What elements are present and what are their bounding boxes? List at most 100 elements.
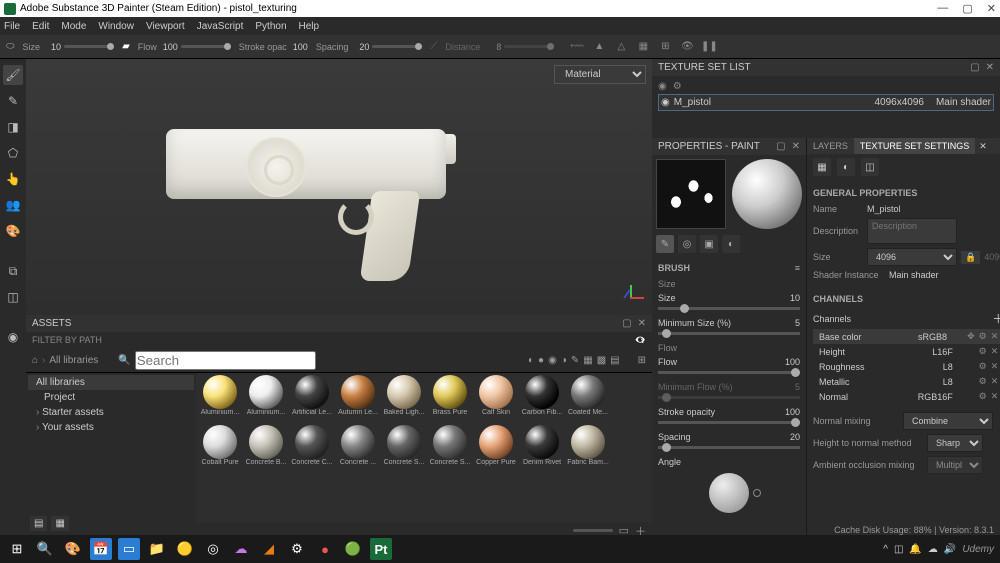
tab-close-icon[interactable]: ✕ — [975, 141, 991, 152]
brush-mode-1-icon[interactable]: ✎ — [656, 235, 674, 253]
menu-python[interactable]: Python — [255, 21, 286, 32]
nmix-select[interactable]: Combine — [903, 412, 993, 430]
viewport-tool-icon[interactable]: ⬳ — [570, 40, 584, 54]
channel-remove-icon[interactable]: ✕ — [991, 361, 999, 372]
material-item[interactable]: Cobalt Pure — [198, 425, 242, 473]
ao-select[interactable]: Multiply — [927, 456, 983, 474]
assets-mini-2-icon[interactable]: ▦ — [51, 516, 68, 531]
mesh-tool[interactable]: ◫ — [3, 287, 23, 307]
material-item[interactable]: Copper Pure — [474, 425, 518, 473]
material-item[interactable]: Fabric Bam... — [566, 425, 610, 473]
texset-undock-icon[interactable]: ▢ — [970, 62, 979, 73]
brush-mode-4-icon[interactable]: ◐ — [722, 235, 740, 253]
brush-spacing-slider[interactable] — [658, 446, 800, 449]
search-taskbar-icon[interactable]: 🔍 — [34, 538, 56, 560]
material-item[interactable]: Autumn Le... — [336, 375, 380, 423]
brush-flow-slider[interactable] — [658, 371, 800, 374]
tray-chevron-icon[interactable]: ^ — [883, 544, 888, 555]
close-button[interactable]: ✕ — [987, 2, 996, 15]
asset-filter-material-icon[interactable]: ● — [538, 355, 544, 366]
distance-slider[interactable] — [504, 45, 554, 48]
channel-row[interactable]: Roughness L8 ⚙ ✕ — [813, 359, 1000, 374]
brush-angle-wheel[interactable] — [709, 473, 749, 513]
filter-clear-icon[interactable]: 👁‍🗨 — [635, 335, 646, 346]
clone-tool[interactable]: 👥 — [3, 195, 23, 215]
brush-menu-icon[interactable]: ≡ — [795, 263, 800, 273]
texset-settings-icon[interactable]: ⚙ — [673, 81, 682, 92]
brush-size-slider[interactable] — [658, 307, 800, 310]
assets-search-input[interactable] — [135, 351, 316, 370]
material-item[interactable]: Denim Rivet — [520, 425, 564, 473]
lock-icon[interactable]: 🔒 — [961, 251, 980, 264]
add-channel-icon[interactable]: ＋ — [992, 310, 1000, 327]
material-item[interactable]: Concrete ... — [336, 425, 380, 473]
h2n-select[interactable]: Sharp — [927, 434, 983, 452]
layers-tab[interactable]: LAYERS — [807, 138, 854, 154]
maximize-button[interactable]: ▢ — [962, 2, 972, 15]
material-item[interactable]: Concrete S... — [428, 425, 472, 473]
viewport-wire-icon[interactable]: ▦ — [636, 40, 650, 54]
menu-viewport[interactable]: Viewport — [146, 21, 185, 32]
material-item[interactable]: Concrete C... — [290, 425, 334, 473]
menu-edit[interactable]: Edit — [32, 21, 49, 32]
bake-icon[interactable]: ▦ — [813, 158, 831, 176]
taskbar-app-10[interactable]: ● — [314, 538, 336, 560]
texset-item[interactable]: ◉ M_pistol 4096x4096 Main shader — [658, 94, 994, 111]
lazy-mouse-icon[interactable]: ⟋ — [430, 41, 437, 52]
asset-filter-smart-icon[interactable]: ◉ — [548, 355, 557, 366]
taskbar-steam[interactable]: ⚙ — [286, 538, 308, 560]
material-item[interactable]: Artificial Le... — [290, 375, 334, 423]
smudge-tool[interactable]: 👆 — [3, 169, 23, 189]
start-button[interactable]: ⊞ — [6, 538, 28, 560]
thumbnail-size-slider[interactable] — [573, 529, 613, 532]
tray-icon-1[interactable]: ◫ — [894, 544, 903, 555]
channel-remove-icon[interactable]: ✕ — [991, 376, 999, 387]
props-close-icon[interactable]: ✕ — [792, 141, 800, 152]
size-select[interactable]: 4096 — [867, 248, 957, 266]
minimize-button[interactable]: — — [937, 2, 948, 15]
mesh-settings-icon[interactable]: ◫ — [861, 158, 879, 176]
taskbar-app-7[interactable]: ☁ — [230, 538, 252, 560]
channel-settings-icon[interactable]: ⚙ — [979, 346, 987, 357]
lib-all[interactable]: All libraries — [28, 375, 194, 390]
eraser-tool[interactable]: ✎ — [3, 91, 23, 111]
brush-minsize-slider[interactable] — [658, 332, 800, 335]
channel-settings-icon[interactable]: ⚙ — [979, 331, 987, 342]
menu-mode[interactable]: Mode — [61, 21, 86, 32]
flow-slider[interactable] — [181, 45, 231, 48]
material-item[interactable]: Calf Skin — [474, 375, 518, 423]
taskbar-blender[interactable]: ◢ — [258, 538, 280, 560]
tray-icon-3[interactable]: ☁ — [928, 544, 938, 555]
asset-filter-alpha-icon[interactable]: ▦ — [583, 355, 592, 366]
polygon-fill-tool[interactable]: ⬠ — [3, 143, 23, 163]
menu-help[interactable]: Help — [299, 21, 320, 32]
asset-filter-brush-icon[interactable]: ✎ — [571, 355, 579, 366]
paint-tool[interactable]: 🖌 — [3, 65, 23, 85]
libraries-crumb[interactable]: All libraries — [49, 355, 98, 366]
taskbar-painter[interactable]: Pt — [370, 538, 392, 560]
assets-close-icon[interactable]: ✕ — [638, 318, 646, 329]
material-item[interactable]: Baked Ligh... — [382, 375, 426, 423]
taskbar-chrome[interactable]: 🟡 — [174, 538, 196, 560]
material-item[interactable]: Brass Pure — [428, 375, 472, 423]
lib-project[interactable]: Project — [28, 390, 194, 405]
brush-opac-slider[interactable] — [658, 421, 800, 424]
texset-vis-icon[interactable]: ◉ — [658, 81, 667, 92]
asset-filter-env-icon[interactable]: ▤ — [610, 355, 619, 366]
material-item[interactable]: Aluminium... — [244, 375, 288, 423]
material-item[interactable]: Concrete B... — [244, 425, 288, 473]
brush-tip-icon[interactable]: ▰ — [122, 41, 130, 52]
symmetry-x-icon[interactable]: ▲ — [592, 40, 606, 54]
brush-pick-icon[interactable]: ⬭ — [6, 41, 15, 52]
channel-row[interactable]: Height L16F ⚙ ✕ — [813, 344, 1000, 359]
viewport-grid-icon[interactable]: ⊞ — [658, 40, 672, 54]
channel-remove-icon[interactable]: ✕ — [991, 346, 999, 357]
texset-close-icon[interactable]: ✕ — [986, 62, 994, 73]
taskbar-app-3[interactable]: ▭ — [118, 538, 140, 560]
asset-view-grid-icon[interactable]: ⊞ — [638, 355, 646, 366]
taskbar-app-1[interactable]: 🎨 — [62, 538, 84, 560]
size-slider[interactable] — [64, 45, 114, 48]
pause-icon[interactable]: ❚❚ — [702, 40, 716, 54]
desc-input[interactable] — [867, 218, 957, 244]
channel-color-icon[interactable]: ✥ — [967, 331, 975, 342]
